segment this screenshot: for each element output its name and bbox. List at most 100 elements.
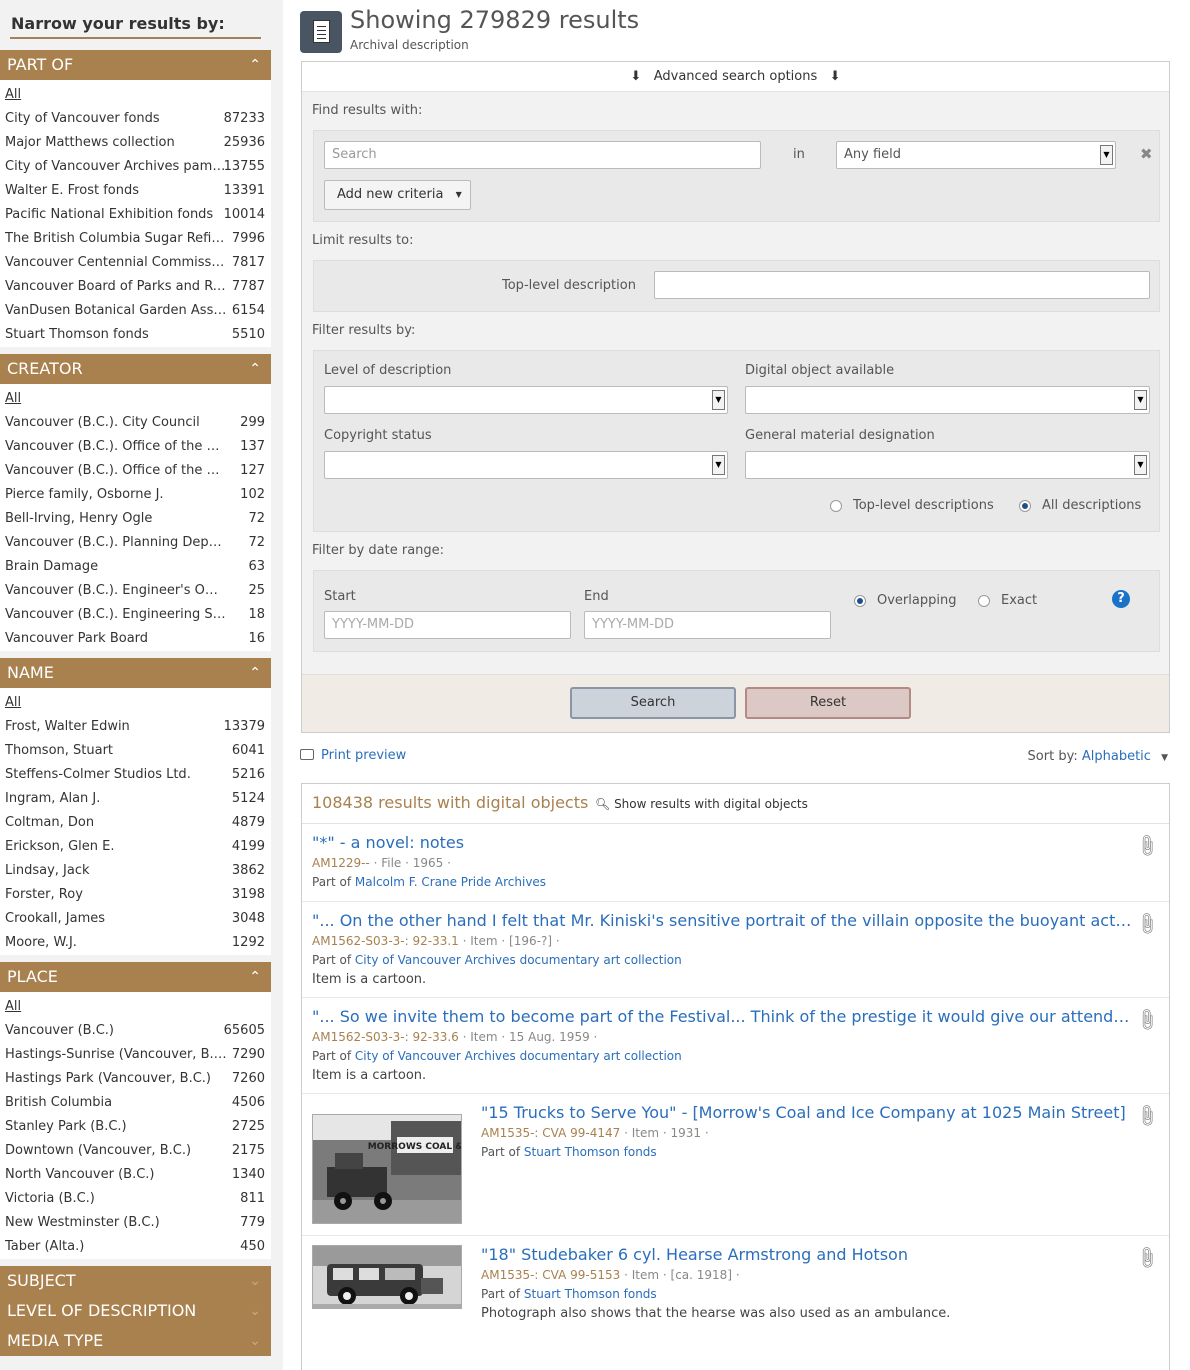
facet-header-name[interactable]: NAME ⌃ xyxy=(0,658,271,688)
part-of-link[interactable]: Malcolm F. Crane Pride Archives xyxy=(355,875,546,889)
part-of-link[interactable]: City of Vancouver Archives documentary a… xyxy=(355,953,682,967)
show-digital-objects-link[interactable]: 🔍︎ Show results with digital objects xyxy=(595,797,808,811)
digital-object-select[interactable]: ▼ xyxy=(745,386,1150,414)
facet-item[interactable]: VanDusen Botanical Garden Associ… 6154 xyxy=(0,299,271,323)
facet-header-subject[interactable]: SUBJECT ⌄ xyxy=(0,1266,271,1296)
facet-item[interactable]: Forster, Roy 3198 xyxy=(0,883,271,907)
copyright-status-select[interactable]: ▼ xyxy=(324,451,728,479)
facet-item[interactable]: Downtown (Vancouver, B.C.) 2175 xyxy=(0,1139,271,1163)
gmd-select[interactable]: ▼ xyxy=(745,451,1150,479)
facet-item-all[interactable]: All xyxy=(0,83,271,107)
facet-item[interactable]: Major Matthews collection 25936 xyxy=(0,131,271,155)
facet-item[interactable]: Brain Damage 63 xyxy=(0,555,271,579)
part-of-link[interactable]: Stuart Thomson fonds xyxy=(524,1287,657,1301)
result-title[interactable]: "18" Studebaker 6 cyl. Hearse Armstrong … xyxy=(481,1245,1141,1264)
result-title[interactable]: "... So we invite them to become part of… xyxy=(312,1007,1134,1026)
paperclip-icon: 📎︎ xyxy=(1132,831,1161,860)
end-date-input[interactable]: YYYY-MM-DD xyxy=(584,611,831,639)
all-descriptions-radio[interactable] xyxy=(1019,500,1031,512)
facet-item[interactable]: Vancouver (B.C.). Office of the City… 137 xyxy=(0,435,271,459)
facet-all-link[interactable]: All xyxy=(5,999,21,1014)
result-title[interactable]: "15 Trucks to Serve You" - [Morrow's Coa… xyxy=(481,1103,1141,1122)
add-criteria-button[interactable]: Add new criteria ▼ xyxy=(324,180,471,210)
facet-item[interactable]: Moore, W.J. 1292 xyxy=(0,931,271,955)
result-thumbnail[interactable] xyxy=(312,1245,462,1309)
print-preview-link[interactable]: Print preview xyxy=(300,748,406,763)
facet-item[interactable]: Coltman, Don 4879 xyxy=(0,811,271,835)
facet-header-level-of-description[interactable]: LEVEL OF DESCRIPTION ⌄ xyxy=(0,1296,271,1326)
facet-item[interactable]: Vancouver Centennial Commission… 7817 xyxy=(0,251,271,275)
facet-item-all[interactable]: All xyxy=(0,691,271,715)
facet-item-count: 10014 xyxy=(223,207,265,222)
facet-item-count: 25 xyxy=(248,583,265,598)
facet-header-part-of[interactable]: PART OF ⌃ xyxy=(0,50,271,80)
facet-item-label: Brain Damage xyxy=(5,559,99,574)
search-input[interactable]: Search xyxy=(324,141,761,169)
top-level-description-input[interactable] xyxy=(654,271,1150,299)
facet-item-all[interactable]: All xyxy=(0,995,271,1019)
result-title[interactable]: "*" - a novel: notes xyxy=(312,833,1112,852)
facet-part-of: PART OF ⌃ All City of Vancouver fonds 872… xyxy=(0,50,271,347)
facet-item-count: 4506 xyxy=(231,1095,265,1110)
facet-item[interactable]: Taber (Alta.) 450 xyxy=(0,1235,271,1259)
start-date-input[interactable]: YYYY-MM-DD xyxy=(324,611,571,639)
facet-list: All Vancouver (B.C.) 65605 Hastings-Sunri… xyxy=(0,992,271,1259)
facet-item[interactable]: City of Vancouver Archives pamphl 13755 xyxy=(0,155,271,179)
facet-item[interactable]: Frost, Walter Edwin 13379 xyxy=(0,715,271,739)
facet-item[interactable]: Vancouver Board of Parks and Recr… 7787 xyxy=(0,275,271,299)
facet-item[interactable]: Crookall, James 3048 xyxy=(0,907,271,931)
facet-all-link[interactable]: All xyxy=(5,695,21,710)
top-level-radio[interactable] xyxy=(830,500,842,512)
overlapping-radio[interactable] xyxy=(854,595,866,607)
date-range-label: Filter by date range: xyxy=(312,543,445,558)
result-thumbnail[interactable]: MORROWS COAL & ICE xyxy=(312,1114,462,1224)
facet-item[interactable]: Ingram, Alan J. 5124 xyxy=(0,787,271,811)
result-title[interactable]: "... On the other hand I felt that Mr. K… xyxy=(312,911,1134,930)
facet-item[interactable]: Bell-Irving, Henry Ogle 72 xyxy=(0,507,271,531)
facet-header-creator[interactable]: CREATOR ⌃ xyxy=(0,354,271,384)
facet-item[interactable]: Stuart Thomson fonds 5510 xyxy=(0,323,271,347)
search-button[interactable]: Search xyxy=(570,687,736,719)
facet-item[interactable]: Thomson, Stuart 6041 xyxy=(0,739,271,763)
facet-item[interactable]: Vancouver (B.C.). Engineer's Office 25 xyxy=(0,579,271,603)
sort-control[interactable]: Sort by: Alphabetic ▼ xyxy=(1028,749,1168,764)
facet-item[interactable]: Vancouver (B.C.). City Council 299 xyxy=(0,411,271,435)
facet-item[interactable]: Hastings Park (Vancouver, B.C.) 7260 xyxy=(0,1067,271,1091)
advanced-search-toggle[interactable]: ⬇︎ Advanced search options ⬇︎ xyxy=(302,62,1169,92)
facet-item[interactable]: Walter E. Frost fonds 13391 xyxy=(0,179,271,203)
facet-all-link[interactable]: All xyxy=(5,87,21,102)
facet-item[interactable]: New Westminster (B.C.) 779 xyxy=(0,1211,271,1235)
reset-button[interactable]: Reset xyxy=(745,687,911,719)
facet-item[interactable]: Vancouver (B.C.). Planning Depart… 72 xyxy=(0,531,271,555)
facet-item[interactable]: Victoria (B.C.) 811 xyxy=(0,1187,271,1211)
facet-item[interactable]: North Vancouver (B.C.) 1340 xyxy=(0,1163,271,1187)
results-header: 108438 results with digital objects 🔍︎ S… xyxy=(302,784,1169,824)
facet-item-all[interactable]: All xyxy=(0,387,271,411)
facet-header-media-type[interactable]: MEDIA TYPE ⌄ xyxy=(0,1326,271,1356)
facet-item[interactable]: Stanley Park (B.C.) 2725 xyxy=(0,1115,271,1139)
close-icon[interactable]: ✖ xyxy=(1140,145,1153,163)
facet-item[interactable]: Vancouver (B.C.) 65605 xyxy=(0,1019,271,1043)
facet-item-count: 2725 xyxy=(231,1119,265,1134)
field-select[interactable]: Any field ▼ xyxy=(836,141,1116,169)
part-of-link[interactable]: Stuart Thomson fonds xyxy=(524,1145,657,1159)
facet-item[interactable]: Vancouver Park Board 16 xyxy=(0,627,271,651)
facet-header-place[interactable]: PLACE ⌃ xyxy=(0,962,271,992)
facet-item[interactable]: Vancouver (B.C.). Engineering Servi… 18 xyxy=(0,603,271,627)
help-icon[interactable]: ? xyxy=(1112,590,1130,608)
exact-radio[interactable] xyxy=(978,595,990,607)
facet-all-link[interactable]: All xyxy=(5,391,21,406)
facet-item[interactable]: The British Columbia Sugar Refinin… 7996 xyxy=(0,227,271,251)
facet-item[interactable]: Pacific National Exhibition fonds 10014 xyxy=(0,203,271,227)
facet-item[interactable]: City of Vancouver fonds 87233 xyxy=(0,107,271,131)
facet-item[interactable]: Pierce family, Osborne J. 102 xyxy=(0,483,271,507)
facet-item[interactable]: British Columbia 4506 xyxy=(0,1091,271,1115)
part-of-link[interactable]: City of Vancouver Archives documentary a… xyxy=(355,1049,682,1063)
facet-item[interactable]: Lindsay, Jack 3862 xyxy=(0,859,271,883)
facet-item[interactable]: Steffens-Colmer Studios Ltd. 5216 xyxy=(0,763,271,787)
facet-item[interactable]: Vancouver (B.C.). Office of the City… 127 xyxy=(0,459,271,483)
level-of-description-select[interactable]: ▼ xyxy=(324,386,728,414)
facet-item[interactable]: Hastings-Sunrise (Vancouver, B.C.) 7290 xyxy=(0,1043,271,1067)
facet-item[interactable]: Erickson, Glen E. 4199 xyxy=(0,835,271,859)
sort-value[interactable]: Alphabetic xyxy=(1082,749,1151,764)
